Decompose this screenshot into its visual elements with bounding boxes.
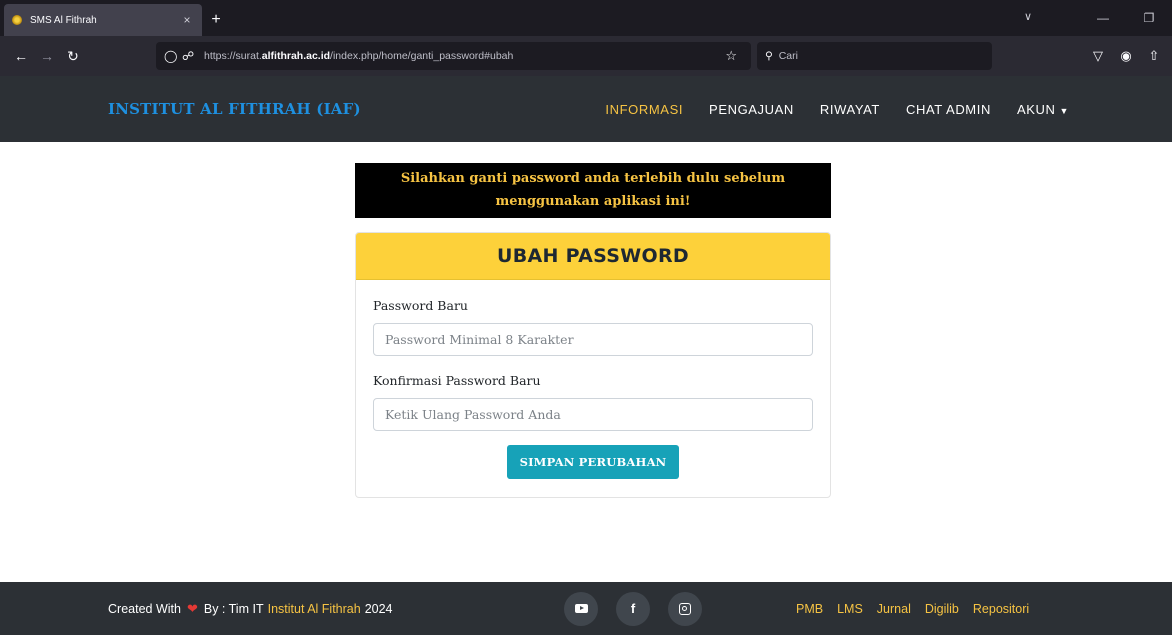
nav-akun-label: AKUN bbox=[1016, 101, 1056, 117]
search-icon: ⚲ bbox=[765, 50, 773, 62]
new-password-input[interactable] bbox=[373, 323, 813, 356]
browser-tab[interactable]: SMS Al Fithrah × bbox=[4, 4, 202, 36]
footer-link-lms[interactable]: LMS bbox=[837, 602, 863, 616]
url-text[interactable]: https://surat.alfithrah.ac.id/index.php/… bbox=[204, 50, 725, 62]
lock-icon[interactable]: ☍ bbox=[182, 49, 200, 63]
back-icon[interactable]: ← bbox=[8, 43, 34, 69]
bookmark-star-icon[interactable]: ☆ bbox=[725, 48, 737, 64]
browser-tab-strip: SMS Al Fithrah × + ∨ — ❐ bbox=[0, 0, 1172, 36]
restore-icon[interactable]: ❐ bbox=[1126, 11, 1172, 25]
main-content: Silahkan ganti password anda terlebih du… bbox=[0, 142, 1172, 547]
footer-link-jurnal[interactable]: Jurnal bbox=[877, 602, 911, 616]
nav-akun[interactable]: AKUN ▼ bbox=[1004, 102, 1082, 117]
tab-title: SMS Al Fithrah bbox=[30, 14, 97, 26]
social-links: f bbox=[564, 591, 702, 626]
site-header: INSTITUT AL FITHRAH (IAF) INFORMASI PENG… bbox=[0, 76, 1172, 142]
confirm-password-input[interactable] bbox=[373, 398, 813, 431]
notice-line-2: menggunakan aplikasi ini! bbox=[495, 194, 691, 209]
card-title: UBAH PASSWORD bbox=[497, 245, 689, 267]
notice-line-1: Silahkan ganti password anda terlebih du… bbox=[400, 171, 786, 186]
nav-riwayat[interactable]: RIWAYAT bbox=[807, 102, 893, 117]
tab-close-icon[interactable]: × bbox=[180, 13, 194, 27]
footer-links: PMB LMS Jurnal Digilib Repositori bbox=[796, 602, 1029, 616]
main-nav: INFORMASI PENGAJUAN RIWAYAT CHAT ADMIN A… bbox=[592, 102, 1082, 117]
instagram-button[interactable] bbox=[668, 591, 702, 626]
nav-informasi[interactable]: INFORMASI bbox=[592, 102, 696, 117]
footer-org[interactable]: Institut Al Fithrah bbox=[268, 602, 361, 616]
footer-credit: Created With ❤ By : Tim IT Institut Al F… bbox=[108, 601, 393, 617]
extensions-icon[interactable]: ⇧ bbox=[1144, 48, 1164, 64]
site-footer: Created With ❤ By : Tim IT Institut Al F… bbox=[0, 582, 1172, 635]
browser-toolbar: ← → ↻ ◯ ☍ https://surat.alfithrah.ac.id/… bbox=[0, 36, 1172, 76]
nav-chat-admin[interactable]: CHAT ADMIN bbox=[893, 102, 1004, 117]
footer-link-pmb[interactable]: PMB bbox=[796, 602, 823, 616]
footer-by: By : Tim IT bbox=[203, 601, 264, 616]
list-all-tabs-icon[interactable]: ∨ bbox=[1024, 10, 1032, 23]
footer-year: 2024 bbox=[364, 601, 393, 616]
nav-pengajuan[interactable]: PENGAJUAN bbox=[696, 102, 807, 117]
site-brand[interactable]: INSTITUT AL FITHRAH (IAF) bbox=[108, 100, 361, 118]
password-notice: Silahkan ganti password anda terlebih du… bbox=[355, 163, 831, 218]
button-row: SIMPAN PERUBAHAN bbox=[373, 445, 813, 479]
facebook-icon: f bbox=[630, 601, 636, 616]
save-changes-button[interactable]: SIMPAN PERUBAHAN bbox=[507, 445, 679, 479]
instagram-icon bbox=[679, 602, 691, 615]
address-bar[interactable]: ◯ ☍ https://surat.alfithrah.ac.id/index.… bbox=[156, 42, 751, 70]
reload-icon[interactable]: ↻ bbox=[60, 43, 86, 69]
new-password-label: Password Baru bbox=[373, 298, 468, 313]
confirm-password-label: Konfirmasi Password Baru bbox=[373, 373, 541, 388]
browser-search-bar[interactable]: ⚲ Cari bbox=[757, 42, 992, 70]
change-password-card: UBAH PASSWORD Password Baru Konfirmasi P… bbox=[355, 232, 831, 498]
toolbar-actions: ▽ ◉ ⇧ bbox=[1088, 48, 1164, 64]
heart-icon: ❤ bbox=[186, 600, 198, 616]
search-placeholder: Cari bbox=[778, 50, 798, 62]
caret-down-icon: ▼ bbox=[1059, 105, 1069, 116]
forward-icon[interactable]: → bbox=[34, 43, 60, 69]
footer-link-repositori[interactable]: Repositori bbox=[973, 602, 1029, 616]
site-favicon-icon bbox=[12, 15, 22, 25]
pocket-icon[interactable]: ▽ bbox=[1088, 48, 1108, 64]
youtube-button[interactable] bbox=[564, 591, 598, 626]
account-icon[interactable]: ◉ bbox=[1116, 48, 1136, 64]
new-tab-button[interactable]: + bbox=[202, 4, 230, 36]
footer-link-digilib[interactable]: Digilib bbox=[925, 602, 959, 616]
footer-created-with: Created With bbox=[108, 601, 181, 616]
window-controls: — ❐ bbox=[1080, 0, 1172, 36]
facebook-button[interactable]: f bbox=[616, 591, 650, 626]
youtube-icon bbox=[574, 604, 588, 613]
card-body: Password Baru Konfirmasi Password Baru S… bbox=[356, 280, 830, 479]
tracking-shield-icon[interactable]: ◯ bbox=[164, 49, 182, 63]
minimize-icon[interactable]: — bbox=[1080, 11, 1126, 25]
card-header: UBAH PASSWORD bbox=[356, 233, 830, 280]
